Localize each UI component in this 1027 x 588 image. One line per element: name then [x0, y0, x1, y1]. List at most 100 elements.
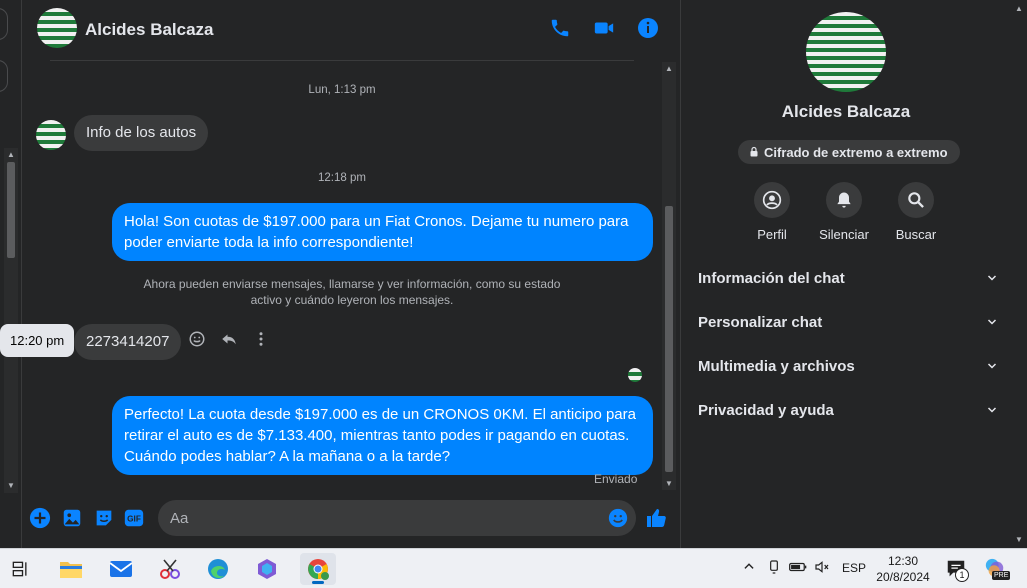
copilot-pre-icon[interactable]: PRE: [984, 557, 1011, 582]
conversation-list-edge: ▲ ▼: [0, 0, 22, 548]
edge-icon[interactable]: [200, 553, 236, 585]
timestamp: 12:18 pm: [318, 172, 366, 184]
scroll-down-arrow-icon[interactable]: ▼: [665, 479, 673, 488]
time-tooltip: 12:20 pm: [0, 324, 75, 357]
message-actions: [186, 328, 272, 350]
scroll-up-arrow-icon[interactable]: ▲: [7, 150, 15, 160]
profile-label: Perfil: [757, 227, 787, 242]
chat-scrollbar[interactable]: ▲ ▼: [662, 62, 676, 490]
emoji-icon[interactable]: [606, 506, 630, 530]
system-note: Ahora pueden enviarse mensajes, llamarse…: [122, 276, 582, 308]
section-privacy-help[interactable]: Privacidad y ayuda: [698, 398, 998, 422]
message-line: Perfecto! La cuota desde $197.000 es de …: [124, 406, 636, 423]
info-icon[interactable]: [634, 14, 662, 42]
phone-icon[interactable]: [546, 14, 574, 42]
copilot-icon[interactable]: [249, 553, 285, 585]
conversation-info-panel: Alcides Balcaza Cifrado de extremo a ext…: [680, 0, 1027, 548]
scroll-thumb[interactable]: [7, 162, 15, 258]
outgoing-message[interactable]: Hola! Son cuotas de $197.000 para un Fia…: [112, 203, 653, 261]
incoming-message[interactable]: Info de los autos: [74, 115, 209, 151]
scroll-up-arrow-icon[interactable]: ▲: [1015, 4, 1023, 13]
message-input[interactable]: [158, 500, 636, 536]
windows-taskbar: ESP 12:30 20/8/2024 1 PRE: [0, 548, 1027, 588]
more-options-icon[interactable]: [250, 328, 272, 350]
contact-name[interactable]: Alcides Balcaza: [85, 20, 214, 40]
device-icon[interactable]: [766, 559, 782, 578]
photo-icon[interactable]: [60, 506, 84, 530]
reply-icon[interactable]: [218, 328, 240, 350]
snipping-tool-icon[interactable]: [152, 553, 188, 585]
list-item-edge[interactable]: [0, 60, 8, 92]
pre-badge: PRE: [992, 571, 1011, 580]
search-label: Buscar: [895, 227, 937, 242]
outgoing-message[interactable]: Perfecto! La cuota desde $197.000 es de …: [112, 396, 653, 475]
search-button[interactable]: Buscar: [881, 182, 951, 242]
chat-header: Alcides Balcaza: [22, 0, 680, 60]
system-note-line: Ahora pueden enviarse mensajes, llamarse…: [143, 277, 561, 291]
sticker-icon[interactable]: [92, 506, 116, 530]
seen-receipt-avatar: [628, 368, 642, 382]
message-line: retirar el auto es de $7.133.400, mientr…: [124, 427, 630, 444]
chevron-up-icon[interactable]: [742, 559, 756, 576]
messenger-window: ▲ ▼ Alcides Balcaza Lun, 1:13 pm Info de…: [0, 0, 1027, 548]
react-emoji-icon[interactable]: [186, 328, 208, 350]
system-note-line: activo y cuándo leyeron los mensajes.: [250, 293, 454, 307]
mute-label: Silenciar: [819, 227, 869, 242]
scroll-up-arrow-icon[interactable]: ▲: [665, 64, 673, 73]
clock-time: 12:30: [887, 554, 919, 568]
panel-scrollbar[interactable]: ▲ ▼: [1011, 0, 1027, 548]
profile-icon[interactable]: [754, 182, 790, 218]
section-label: Información del chat: [698, 269, 845, 287]
file-explorer-icon[interactable]: [53, 553, 89, 585]
video-icon[interactable]: [590, 14, 618, 42]
notifications-icon[interactable]: 1: [945, 558, 969, 583]
battery-icon[interactable]: [789, 559, 807, 578]
sent-status: Enviado: [594, 472, 638, 486]
speaker-muted-icon[interactable]: [813, 559, 831, 578]
system-clock[interactable]: 12:30 20/8/2024: [870, 553, 936, 585]
timestamp: Lun, 1:13 pm: [308, 84, 376, 96]
sender-avatar[interactable]: [36, 120, 66, 150]
bell-icon[interactable]: [826, 182, 862, 218]
header-divider: [50, 60, 634, 61]
incoming-message[interactable]: 2273414207: [74, 324, 182, 360]
e2e-badge[interactable]: Cifrado de extremo a extremo: [738, 140, 960, 164]
section-label: Multimedia y archivos: [698, 357, 855, 375]
lock-icon: [750, 146, 758, 157]
scroll-down-arrow-icon[interactable]: ▼: [7, 481, 15, 491]
section-label: Privacidad y ayuda: [698, 401, 834, 419]
chevron-down-icon: [987, 407, 997, 413]
message-line: Cuándo podes hablar? A la mañana o a la …: [124, 448, 451, 465]
task-view-icon[interactable]: [2, 553, 38, 585]
plus-icon[interactable]: [28, 506, 52, 530]
message-list: Lun, 1:13 pm Info de los autos 12:18 pm …: [0, 62, 662, 490]
like-icon[interactable]: [645, 506, 669, 530]
mail-icon[interactable]: [103, 553, 139, 585]
chrome-icon[interactable]: [300, 553, 336, 585]
e2e-label: Cifrado de extremo a extremo: [764, 144, 948, 160]
section-customize-chat[interactable]: Personalizar chat: [698, 310, 998, 334]
profile-name: Alcides Balcaza: [781, 102, 911, 121]
left-scrollbar[interactable]: ▲ ▼: [4, 148, 18, 493]
search-icon[interactable]: [898, 182, 934, 218]
language-indicator[interactable]: ESP: [842, 561, 866, 575]
section-label: Personalizar chat: [698, 313, 823, 331]
chevron-down-icon: [987, 275, 997, 281]
mute-button[interactable]: Silenciar: [809, 182, 879, 242]
clock-date: 20/8/2024: [876, 570, 930, 584]
gif-icon[interactable]: GIF: [122, 506, 146, 530]
chat-area: Alcides Balcaza Lun, 1:13 pm Info de los…: [0, 0, 680, 548]
scroll-thumb[interactable]: [665, 206, 673, 472]
section-media-files[interactable]: Multimedia y archivos: [698, 354, 998, 378]
profile-button[interactable]: Perfil: [737, 182, 807, 242]
composer: GIF: [22, 496, 680, 540]
list-item-edge[interactable]: [0, 8, 8, 40]
gif-label: GIF: [127, 515, 141, 524]
chevron-down-icon: [987, 319, 997, 325]
chevron-down-icon: [987, 363, 997, 369]
notification-count: 1: [955, 568, 969, 582]
profile-avatar[interactable]: [806, 12, 886, 92]
contact-avatar[interactable]: [37, 8, 77, 48]
scroll-down-arrow-icon[interactable]: ▼: [1015, 535, 1023, 544]
section-chat-info[interactable]: Información del chat: [698, 266, 998, 290]
